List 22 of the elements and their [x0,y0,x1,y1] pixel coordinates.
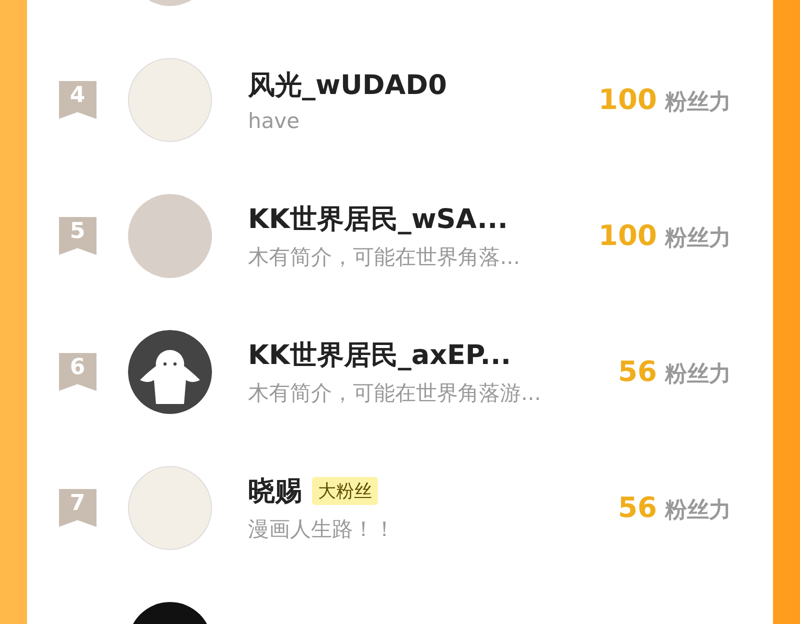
user-name[interactable]: KK世界居民_wSA... [248,201,508,237]
user-bio: 漫画人生路！！ [248,516,396,543]
user-name[interactable]: 晓赐 [248,473,302,509]
fan-score: 56 [618,355,657,388]
user-name[interactable]: 风光_wUDAD0 [248,67,447,103]
user-bio: 木有简介，可能在世界角落... [248,244,522,271]
fan-score-unit: 粉丝力 [665,89,731,117]
fan-score: 56 [618,491,657,524]
rank-ribbon: 5 [58,217,96,255]
rank-ribbon: 6 [58,353,96,391]
fan-level-badge: 大粉丝 [312,477,378,505]
avatar-silhouette-icon[interactable] [128,330,212,414]
fan-score-unit: 粉丝力 [665,497,731,525]
fan-score: 100 [598,219,657,252]
rank-ribbon: 4 [58,81,96,119]
user-bio: 木有简介，可能在世界角落游... [248,380,542,407]
user-bio: have [248,109,301,133]
user-name[interactable]: KK世界居民_axEP... [248,337,512,373]
rank-ribbon: 7 [58,489,96,527]
fan-score-unit: 粉丝力 [665,225,731,253]
fan-score: 100 [598,83,657,116]
fan-score-unit: 粉丝力 [665,361,731,389]
